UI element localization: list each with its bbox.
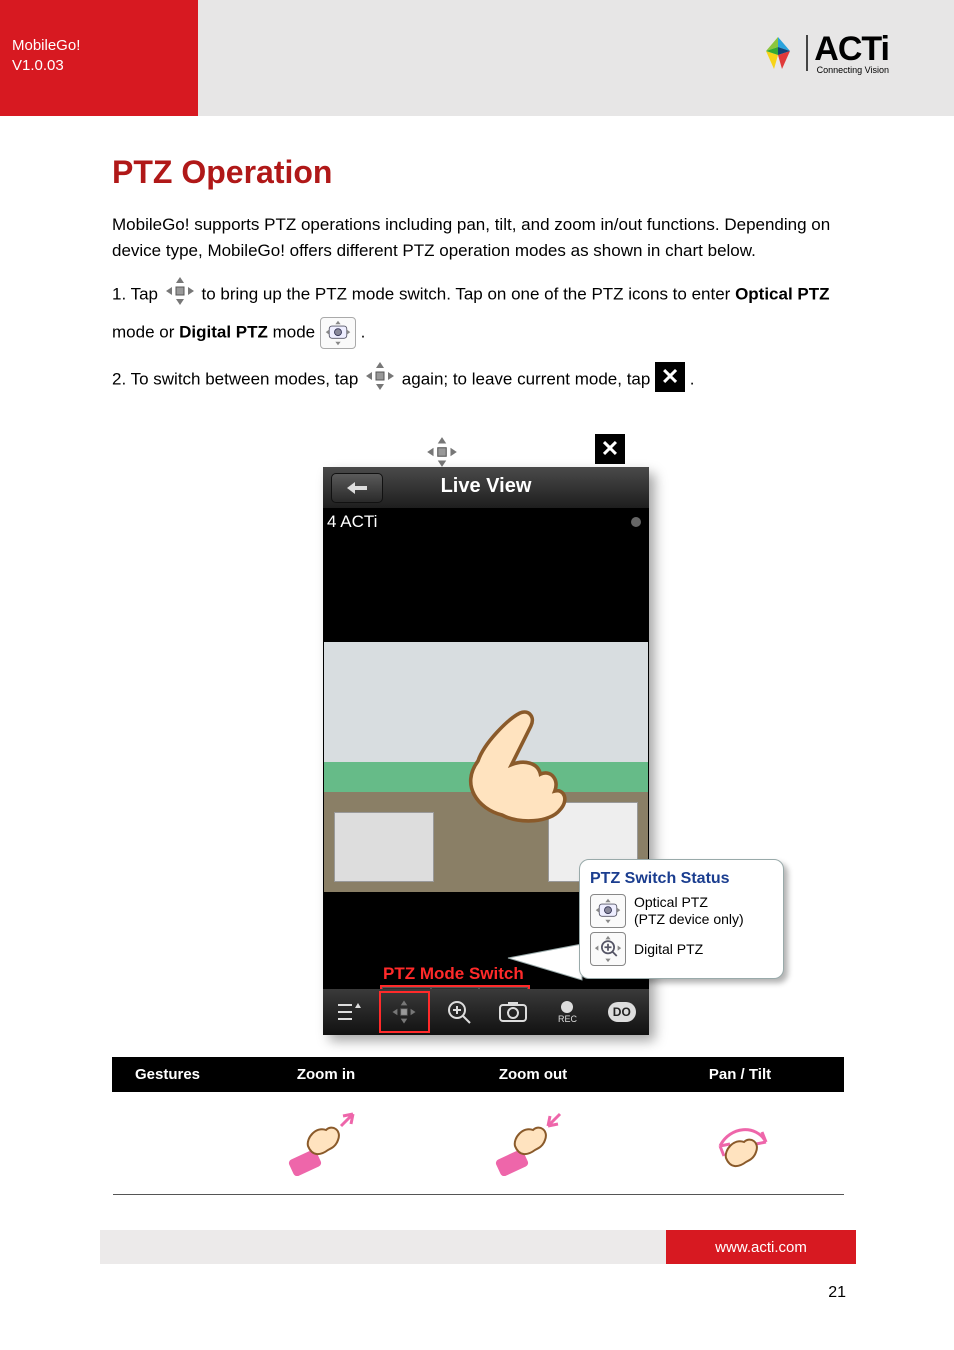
callout-row-optical: Optical PTZ (PTZ device only) <box>590 894 773 928</box>
th-zoom-in: Zoom in <box>223 1058 430 1092</box>
pinch-in-gesture-icon <box>493 1163 573 1180</box>
app-title: Live View <box>323 475 649 498</box>
step1-mid2: mode or <box>112 322 179 341</box>
cell-zoom-in <box>223 1092 430 1195</box>
camera-icon <box>498 1001 528 1023</box>
callout-title: PTZ Switch Status <box>590 870 773 888</box>
th-gestures: Gestures <box>113 1058 223 1092</box>
footer-url: www.acti.com <box>666 1230 856 1264</box>
preset-button[interactable] <box>323 989 377 1035</box>
ptz-arrows-icon <box>163 274 197 316</box>
product-version: V1.0.03 <box>12 57 64 74</box>
step2-pre: 2. To switch between modes, tap <box>112 369 363 388</box>
th-pan-tilt: Pan / Tilt <box>637 1058 844 1092</box>
table-row <box>113 1092 844 1195</box>
do-badge-icon: DO <box>608 1002 636 1022</box>
digital-ptz-icon <box>590 932 626 966</box>
record-button[interactable]: REC <box>540 989 594 1035</box>
logo-subtext: Connecting Vision <box>814 65 889 75</box>
snapshot-button[interactable] <box>486 989 540 1035</box>
app-titlebar: Live View <box>323 467 649 509</box>
ptz-status-callout: PTZ Switch Status Optical PTZ (PTZ devic… <box>579 859 784 979</box>
cell-pan-tilt <box>637 1092 844 1195</box>
callout-row-digital: Digital PTZ <box>590 932 773 966</box>
page-content: PTZ Operation MobileGo! supports PTZ ope… <box>112 148 844 411</box>
bottom-toolbar: REC DO <box>323 989 649 1035</box>
record-dot-icon <box>561 1001 573 1013</box>
header-red-block: MobileGo! V1.0.03 <box>0 0 198 116</box>
ptz-mode-switch-label: PTZ Mode Switch <box>383 964 524 984</box>
live-video-area[interactable] <box>324 642 648 892</box>
th-zoom-out: Zoom out <box>430 1058 637 1092</box>
step2-mid: again; to leave current mode, tap <box>402 369 655 388</box>
header-product-text: MobileGo! V1.0.03 <box>12 36 80 77</box>
table-header-row: Gestures Zoom in Zoom out Pan / Tilt <box>113 1058 844 1092</box>
ptz-toggle-button[interactable] <box>377 989 431 1035</box>
step1-after: mode <box>273 322 320 341</box>
callout-optical-note: (PTZ device only) <box>634 911 744 927</box>
intro-paragraph: MobileGo! supports PTZ operations includ… <box>112 212 844 265</box>
logo-mark-icon <box>756 33 800 73</box>
close-icon: ✕ <box>655 362 685 392</box>
pinch-out-gesture-icon <box>286 1163 366 1180</box>
magnifier-icon <box>446 999 472 1025</box>
page-footer: www.acti.com <box>100 1230 856 1264</box>
step1-end: . <box>361 322 366 341</box>
do-label: DO <box>613 1005 631 1019</box>
step1-bold-optical: Optical PTZ <box>735 285 829 304</box>
page-heading: PTZ Operation <box>112 148 844 198</box>
optical-ptz-icon <box>590 894 626 928</box>
step1-bold-digital: Digital PTZ <box>179 322 268 341</box>
step-2: 2. To switch between modes, tap again; t… <box>112 359 844 401</box>
camera-status-dot <box>631 517 641 527</box>
rec-label: REC <box>558 1014 577 1024</box>
digital-output-button[interactable]: DO <box>595 989 649 1035</box>
gestures-table: Gestures Zoom in Zoom out Pan / Tilt <box>112 1057 844 1195</box>
cell-zoom-out <box>430 1092 637 1195</box>
ptz-arrows-icon <box>363 359 397 401</box>
swipe-gesture-icon <box>700 1163 780 1180</box>
brand-logo: ACTi Connecting Vision <box>756 30 889 75</box>
step1-mid: to bring up the PTZ mode switch. Tap on … <box>201 285 735 304</box>
logo-divider <box>806 35 808 71</box>
callout-pointer-icon <box>504 942 584 992</box>
product-name: MobileGo! <box>12 37 80 54</box>
ptz-arrows-icon <box>390 998 418 1026</box>
zoom-button[interactable] <box>432 989 486 1035</box>
step-1: 1. Tap to bring up the PTZ mode switch. … <box>112 274 844 348</box>
callout-optical-label: Optical PTZ <box>634 894 708 910</box>
step1-pre: 1. Tap <box>112 285 163 304</box>
callout-digital-label: Digital PTZ <box>634 941 703 958</box>
camera-label: 4 ACTi <box>327 512 377 532</box>
tap-hand-icon <box>454 702 574 837</box>
row-label <box>113 1092 223 1195</box>
page-number: 21 <box>828 1284 846 1302</box>
optical-ptz-icon <box>320 317 356 349</box>
preset-list-icon <box>336 1001 364 1023</box>
logo-text: ACTi <box>814 30 889 69</box>
step2-end: . <box>690 369 695 388</box>
